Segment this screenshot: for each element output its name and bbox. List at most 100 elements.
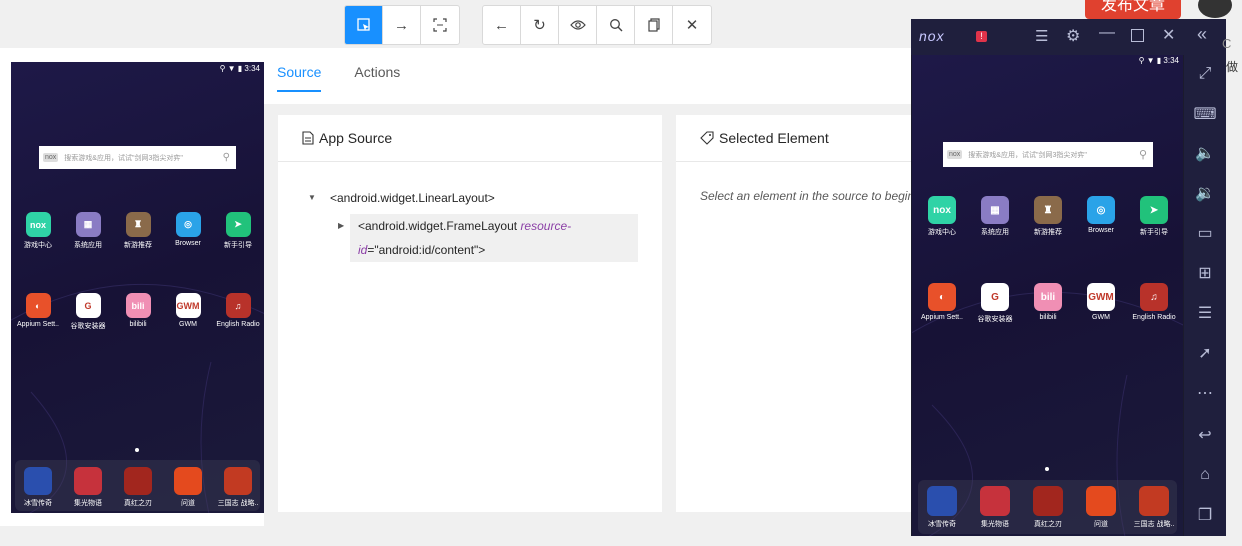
maximize-icon[interactable] xyxy=(1131,29,1144,42)
app-icon-tile[interactable]: 真红之刃 xyxy=(1018,486,1078,529)
search-button[interactable] xyxy=(597,6,635,44)
app-icon: nox xyxy=(25,212,51,237)
device-screenshot[interactable]: ⚲ ▼ ▮ 3:34 nox 搜索游戏&应用，试试"剑网3指尖对弈" ⚲ nox… xyxy=(11,62,264,513)
nox-status-time: 3:34 xyxy=(1163,56,1179,65)
volume-up-icon[interactable]: 🔈 xyxy=(1195,143,1215,163)
app-icon-tile[interactable]: ♫ English Radio xyxy=(1124,283,1183,321)
caret-right-icon[interactable]: ▶ xyxy=(338,214,344,238)
app-icon-tile[interactable]: ♫ English Radio xyxy=(208,293,264,328)
app-icon: bili xyxy=(125,293,151,318)
cursor-icon xyxy=(356,18,370,31)
wallpaper-curves xyxy=(11,283,264,513)
nox-search-bar[interactable]: nox 搜索游戏&应用，试试"剑网3指尖对弈" ⚲ xyxy=(943,142,1153,167)
select-element-button[interactable] xyxy=(345,6,383,44)
keyboard-icon[interactable]: ⌨ xyxy=(1193,104,1216,124)
app-icon-tile[interactable]: ➤ 新手引导 xyxy=(1124,196,1183,237)
tab-source[interactable]: Source xyxy=(277,64,322,92)
device-search-bar[interactable]: nox 搜索游戏&应用，试试"剑网3指尖对弈" ⚲ xyxy=(39,146,236,169)
tree-node-child-tag: <android.widget.FrameLayout xyxy=(358,219,521,233)
app-icon: ➤ xyxy=(1140,196,1168,224)
minimize-icon[interactable]: — xyxy=(1099,24,1115,42)
app-icon-tile[interactable]: ◐ Appium Sett.. xyxy=(912,283,972,321)
copy-icon xyxy=(647,18,660,32)
quit-session-button[interactable]: ✕ xyxy=(673,6,711,44)
close-icon[interactable]: ✕ xyxy=(1162,25,1175,45)
app-label: 新手引导 xyxy=(224,242,252,249)
avatar[interactable] xyxy=(1198,0,1232,18)
app-icon: G xyxy=(981,283,1009,311)
app-label: 真红之刃 xyxy=(124,500,152,507)
app-icon-tile[interactable]: ◎ Browser xyxy=(1071,196,1131,234)
toolbar-group-select: → xyxy=(344,5,460,45)
publish-article-button[interactable]: 发布文章 xyxy=(1085,0,1181,19)
fullscreen-icon xyxy=(433,18,447,32)
app-icon: G xyxy=(75,293,101,318)
multi-instance-icon[interactable]: ☰ xyxy=(1195,303,1215,323)
app-label: 三国志 战略.. xyxy=(1133,521,1175,528)
collapse-sidebar-icon[interactable]: « xyxy=(1197,24,1207,45)
app-icon-tile[interactable]: ♜ 新游推荐 xyxy=(1018,196,1078,237)
app-icon-tile[interactable]: ▦ 系统应用 xyxy=(965,196,1025,237)
caret-down-icon[interactable]: ▼ xyxy=(308,186,330,210)
close-icon: ✕ xyxy=(685,17,699,34)
app-icon xyxy=(1139,486,1169,516)
volume-down-icon[interactable]: 🔉 xyxy=(1195,183,1215,203)
page-indicator xyxy=(135,448,139,452)
screen-icon[interactable]: ▭ xyxy=(1195,223,1215,243)
inspector-main: ⚲ ▼ ▮ 3:34 nox 搜索游戏&应用，试试"剑网3指尖对弈" ⚲ nox… xyxy=(0,48,911,526)
tree-node-root[interactable]: ▼ <android.widget.LinearLayout> xyxy=(308,186,495,210)
app-icon: bili xyxy=(1034,283,1062,311)
app-icon xyxy=(24,467,52,495)
refresh-button[interactable]: ↻ xyxy=(521,6,559,44)
nox-mini-icon: nox xyxy=(947,150,963,159)
toggle-attributes-button[interactable] xyxy=(559,6,597,44)
tap-coordinates-button[interactable] xyxy=(421,6,459,44)
back-button[interactable]: ← xyxy=(483,6,521,44)
refresh-icon: ↻ xyxy=(533,17,546,34)
app-icon-tile[interactable]: nox 游戏中心 xyxy=(912,196,972,237)
alert-icon[interactable]: ! xyxy=(976,31,987,42)
app-icon xyxy=(1086,486,1116,516)
more-icon[interactable]: ⋯ xyxy=(1195,383,1215,403)
inspector-tabs: Source Actions xyxy=(277,64,433,92)
app-icon xyxy=(1033,486,1063,516)
app-icon-tile[interactable]: 问道 xyxy=(1071,486,1131,529)
app-icon-tile[interactable]: 三国志 战略.. xyxy=(1124,486,1183,529)
app-label: English Radio xyxy=(216,321,260,328)
nox-logo: nox xyxy=(919,28,945,44)
rocket-icon[interactable]: ➚ xyxy=(1195,343,1215,363)
search-icon xyxy=(609,19,622,32)
status-icons: ⚲ ▼ ▮ xyxy=(219,64,245,73)
app-label: 新手引导 xyxy=(1140,229,1168,236)
search-icon: ⚲ xyxy=(222,152,230,163)
app-icon-tile[interactable]: 三国志 战略.. xyxy=(208,467,264,508)
back-icon[interactable]: ↩ xyxy=(1195,425,1215,445)
tab-actions[interactable]: Actions xyxy=(354,64,400,92)
copy-xml-button[interactable] xyxy=(635,6,673,44)
app-icon-tile[interactable]: GWM GWM xyxy=(1071,283,1131,321)
tree-node-child-close: > xyxy=(478,243,486,257)
app-icon: ♫ xyxy=(225,293,251,318)
add-apk-icon[interactable]: ⊞ xyxy=(1195,263,1215,283)
edge-text-c: C xyxy=(1222,36,1232,51)
app-icon: ♜ xyxy=(125,212,151,237)
app-icon-tile[interactable]: 冰雪传奇 xyxy=(912,486,972,529)
menu-icon[interactable]: ☰ xyxy=(1035,27,1048,45)
app-label: 集光物语 xyxy=(981,521,1009,528)
selected-element-title: Selected Element xyxy=(719,130,829,146)
app-source-card: App Source ▼ <android.widget.LinearLayou… xyxy=(278,115,662,512)
app-icon-tile[interactable]: 集光物语 xyxy=(965,486,1025,529)
app-icon: nox xyxy=(928,196,956,224)
gear-icon[interactable]: ⚙ xyxy=(1066,26,1080,46)
app-label: 新游推荐 xyxy=(124,242,152,249)
nox-screen[interactable]: ⚲ ▼ ▮ 3:34 nox 搜索游戏&应用，试试"剑网3指尖对弈" ⚲ nox… xyxy=(912,55,1183,536)
swipe-button[interactable]: → xyxy=(383,6,421,44)
home-icon[interactable]: ⌂ xyxy=(1195,465,1215,485)
app-icon xyxy=(980,486,1010,516)
app-icon-tile[interactable]: bili bilibili xyxy=(1018,283,1078,321)
app-label: 集光物语 xyxy=(74,500,102,507)
app-icon-tile[interactable]: ➤ 新手引导 xyxy=(208,212,264,250)
app-icon-tile[interactable]: G 谷歌安装器 xyxy=(965,283,1025,324)
fullscreen-icon[interactable]: ⤢ xyxy=(1195,64,1215,84)
recent-apps-icon[interactable]: ❐ xyxy=(1195,505,1215,525)
